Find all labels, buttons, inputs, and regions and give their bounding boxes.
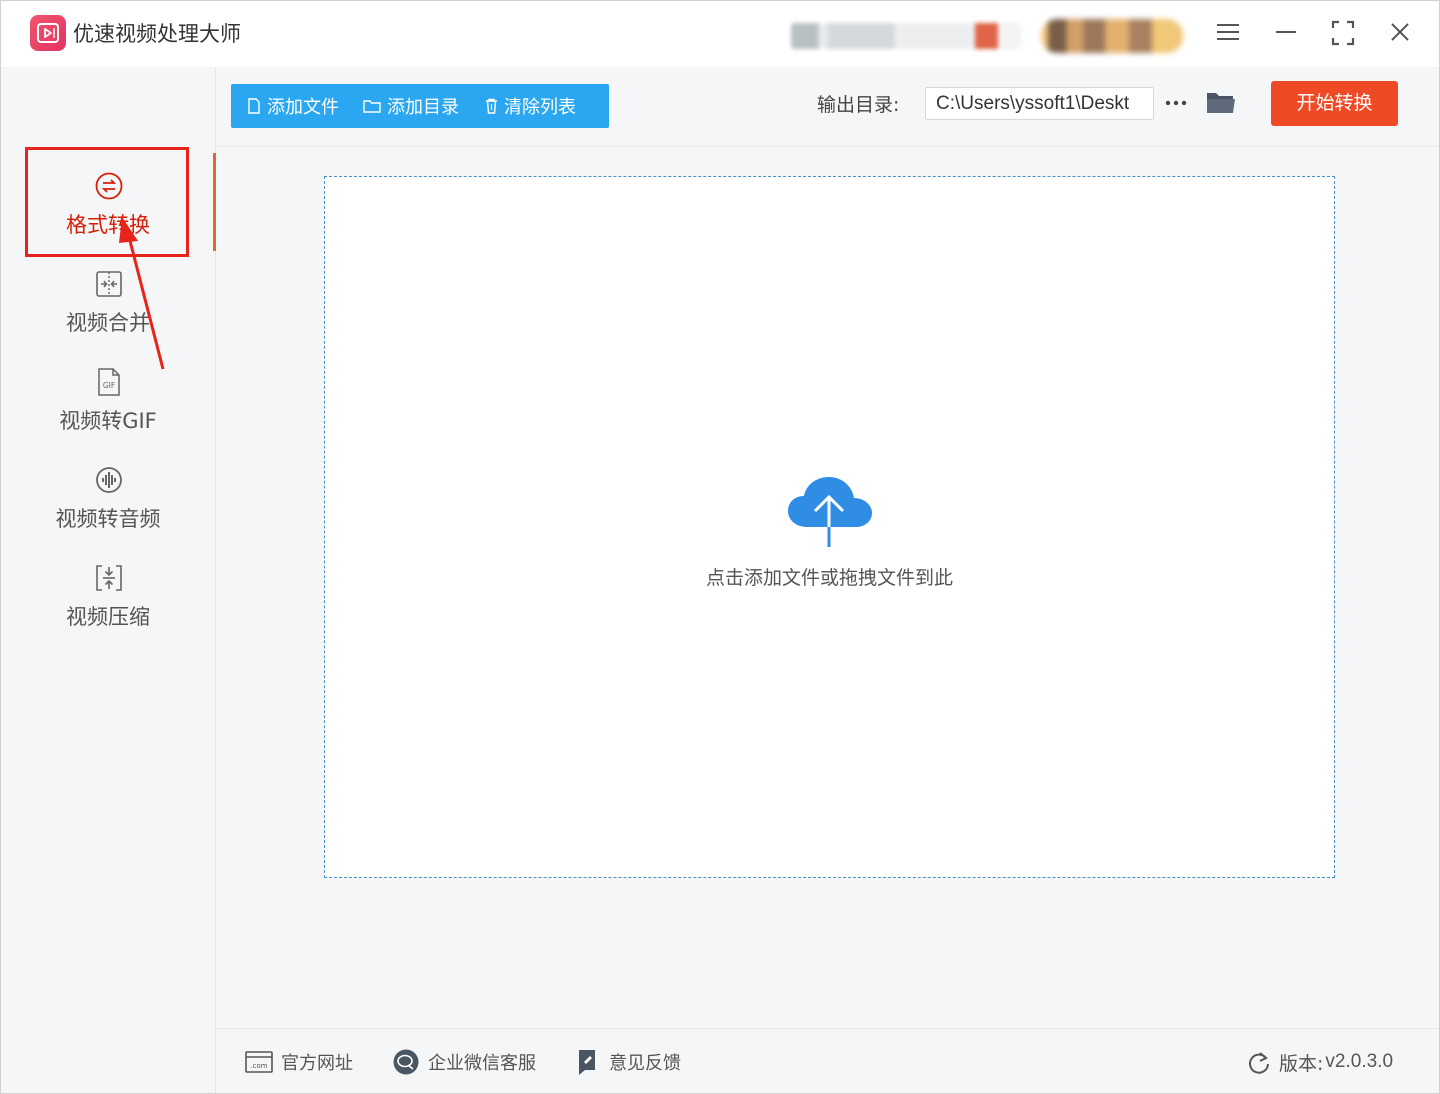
audio-icon [94,465,124,495]
app-logo-icon [30,15,66,51]
sidebar-item-video-to-audio[interactable]: 视频转音频 [2,461,214,553]
annotation-highlight-box [25,147,189,257]
version-info: 版本: v2.0.3.0 [1247,1046,1393,1078]
blurred-account-info [791,23,1021,49]
svg-text:GIF: GIF [103,381,115,390]
sidebar-item-label: 视频压缩 [66,605,150,629]
feedback-icon [579,1050,595,1075]
sidebar-item-label: 视频合并 [66,311,150,335]
sidebar-item-label: 视频转GIF [59,409,157,433]
output-directory-input[interactable]: C:\Users\yssoft1\Deskt [925,87,1154,120]
website-link-label: 官方网址 [281,1053,353,1074]
app-window: 优速视频处理大师 格式转换 视频合并 GIF 视频转GIF 视频转音频 视频压缩… [0,0,1440,1094]
version-value: v2.0.3.0 [1325,1051,1394,1072]
clear-list-button[interactable]: 清除列表 [459,84,576,128]
start-convert-button[interactable]: 开始转换 [1271,81,1398,126]
sidebar-item-video-to-gif[interactable]: GIF 视频转GIF [2,363,214,455]
website-icon: .com [245,1051,273,1073]
trash-icon [486,98,497,114]
svg-text:.com: .com [250,1062,267,1070]
hamburger-menu-icon[interactable] [1210,15,1246,51]
maximize-icon[interactable] [1325,15,1361,51]
folder-outline-icon [363,100,381,113]
output-directory-label: 输出目录: [817,94,900,116]
wechat-support-label: 企业微信客服 [428,1053,536,1074]
cloud-upload-icon [787,475,873,553]
drop-zone-hint: 点击添加文件或拖拽文件到此 [705,567,953,589]
file-icon [248,98,260,114]
chat-support-icon [393,1049,419,1075]
more-options-icon[interactable] [1163,87,1191,119]
blurred-avatar-badge [1041,19,1183,53]
file-drop-zone[interactable]: 点击添加文件或拖拽文件到此 [324,176,1335,878]
add-directory-label: 添加目录 [387,97,459,118]
feedback-label: 意见反馈 [609,1053,681,1074]
compress-icon [94,563,124,593]
add-file-label: 添加文件 [267,97,339,118]
toolbar-file-actions: 添加文件 添加目录 清除列表 [231,84,609,128]
add-directory-button[interactable]: 添加目录 [339,84,459,128]
website-link[interactable]: .com 官方网址 [245,1046,353,1078]
sidebar-item-video-merge[interactable]: 视频合并 [2,265,214,357]
add-file-button[interactable]: 添加文件 [231,84,339,128]
minimize-icon[interactable] [1268,15,1304,51]
clear-list-label: 清除列表 [504,97,576,118]
version-label: 版本: [1279,1052,1324,1075]
folder-icon[interactable] [1204,87,1238,119]
merge-icon [94,269,124,299]
wechat-support-link[interactable]: 企业微信客服 [392,1046,536,1078]
feedback-link[interactable]: 意见反馈 [577,1046,681,1078]
toolbar-divider [216,146,1439,147]
gif-file-icon: GIF [94,367,124,397]
close-icon[interactable] [1382,15,1418,51]
refresh-icon [1249,1052,1269,1074]
sidebar-item-label: 视频转音频 [55,507,161,531]
sidebar-item-video-compress[interactable]: 视频压缩 [2,559,214,651]
title-bar: 优速视频处理大师 [1,1,1439,67]
app-title: 优速视频处理大师 [73,22,241,46]
footer-divider [216,1028,1439,1029]
